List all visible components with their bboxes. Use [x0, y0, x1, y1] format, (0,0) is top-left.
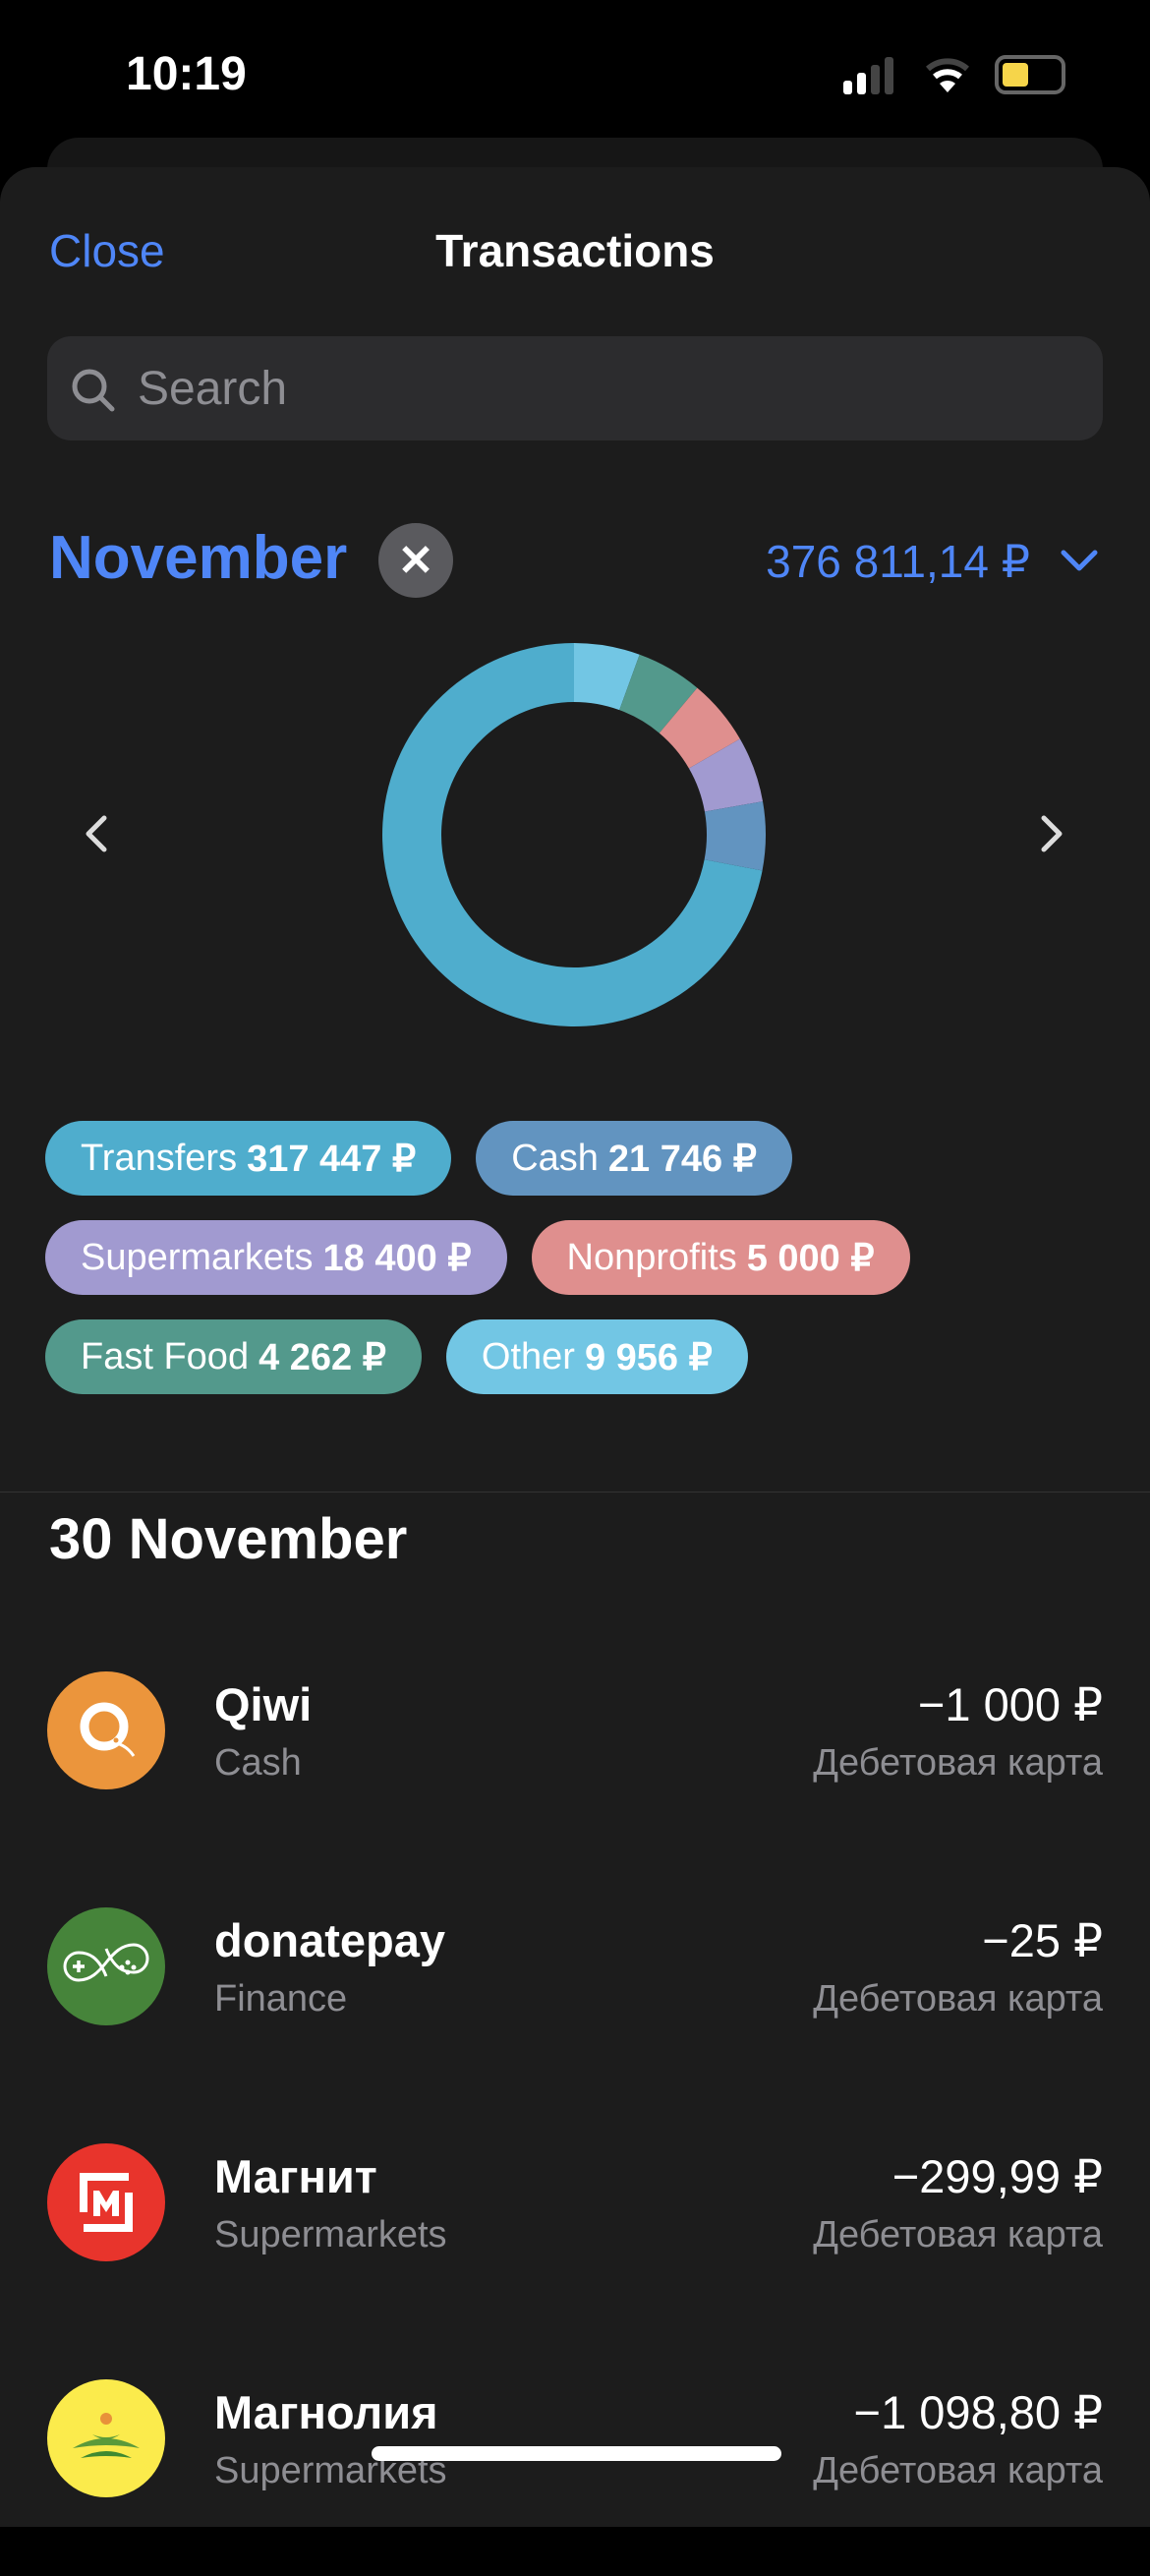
- chip-label: Supermarkets: [81, 1236, 314, 1278]
- gamepad-icon: [47, 1907, 165, 2025]
- chip-value: 21 746 ₽: [607, 1138, 757, 1180]
- chip-label: Nonprofits: [566, 1236, 737, 1278]
- chip-label: Fast Food: [81, 1335, 250, 1377]
- transaction-row[interactable]: donatepay Finance −25 ₽ Дебетовая карта: [0, 1907, 1150, 2104]
- chip-cash[interactable]: Cash 21 746 ₽: [476, 1121, 792, 1196]
- chip-other[interactable]: Other 9 956 ₽: [445, 1319, 748, 1394]
- transaction-name: Qiwi: [214, 1678, 313, 1730]
- chip-supermarkets[interactable]: Supermarkets 18 400 ₽: [45, 1220, 507, 1295]
- chip-value: 317 447 ₽: [247, 1138, 417, 1180]
- close-icon: ✕: [397, 536, 434, 585]
- total-amount[interactable]: 376 811,14 ₽: [766, 535, 1030, 588]
- transaction-category: Supermarkets: [214, 2214, 447, 2255]
- search-placeholder: Search: [138, 363, 288, 415]
- transaction-row[interactable]: Qiwi Cash −1 000 ₽ Дебетовая карта: [0, 1671, 1150, 1868]
- donut-segment-cash[interactable]: [704, 801, 766, 871]
- clock: 10:19: [126, 48, 247, 100]
- chip-label: Cash: [511, 1137, 599, 1179]
- transaction-category: Cash: [214, 1742, 302, 1784]
- transaction-account: Дебетовая карта: [813, 1978, 1103, 2020]
- chevron-down-icon[interactable]: [1060, 547, 1099, 574]
- chip-value: 9 956 ₽: [584, 1336, 713, 1378]
- transaction-name: donatepay: [214, 1914, 446, 1966]
- chip-value: 18 400 ₽: [322, 1237, 472, 1279]
- chip-value: 4 262 ₽: [259, 1336, 386, 1378]
- transaction-amount: −1 098,80 ₽: [853, 2386, 1103, 2438]
- search-input[interactable]: Search: [47, 336, 1103, 440]
- magnit-logo-icon: [47, 2143, 165, 2261]
- magnolia-logo-icon: [47, 2379, 165, 2497]
- chip-nonprofits[interactable]: Nonprofits 5 000 ₽: [531, 1220, 910, 1295]
- search-icon: [72, 369, 115, 412]
- status-bar: 10:19: [0, 0, 1150, 138]
- transaction-account: Дебетовая карта: [813, 2214, 1103, 2255]
- divider: [0, 1492, 1150, 1493]
- chip-value: 5 000 ₽: [746, 1237, 875, 1279]
- transaction-account: Дебетовая карта: [813, 1742, 1103, 1784]
- battery-icon: [995, 55, 1065, 94]
- qiwi-logo-icon: [47, 1671, 165, 1789]
- transaction-name: Магнит: [214, 2150, 377, 2202]
- transaction-amount: −1 000 ₽: [917, 1678, 1103, 1730]
- page-title: Transactions: [435, 225, 715, 276]
- transaction-amount: −25 ₽: [982, 1914, 1103, 1966]
- home-indicator[interactable]: [372, 2446, 781, 2461]
- transaction-name: Магнолия: [214, 2386, 438, 2438]
- clear-month-button[interactable]: ✕: [378, 523, 453, 598]
- month-filter[interactable]: November: [49, 523, 347, 593]
- previous-month-arrow-icon[interactable]: [81, 806, 112, 861]
- category-donut-chart[interactable]: [377, 638, 771, 1031]
- section-date: 30 November: [49, 1507, 408, 1571]
- next-month-arrow-icon[interactable]: [1036, 806, 1067, 861]
- signal-icon: [843, 57, 893, 94]
- wifi-icon: [926, 58, 969, 92]
- transaction-amount: −299,99 ₽: [891, 2150, 1103, 2202]
- transaction-category: Finance: [214, 1978, 348, 2020]
- category-chips: Transfers 317 447 ₽ Cash 21 746 ₽ Supermar…: [45, 1121, 1107, 1419]
- transaction-account: Дебетовая карта: [813, 2450, 1103, 2491]
- transaction-row[interactable]: Магнит Supermarkets −299,99 ₽ Дебетовая …: [0, 2143, 1150, 2340]
- chip-fast-food[interactable]: Fast Food 4 262 ₽: [45, 1319, 422, 1394]
- chip-label: Transfers: [81, 1137, 238, 1179]
- chip-label: Other: [481, 1335, 575, 1377]
- chip-transfers[interactable]: Transfers 317 447 ₽: [45, 1121, 452, 1196]
- transaction-row[interactable]: Магнолия Supermarkets −1 098,80 ₽ Дебето…: [0, 2379, 1150, 2576]
